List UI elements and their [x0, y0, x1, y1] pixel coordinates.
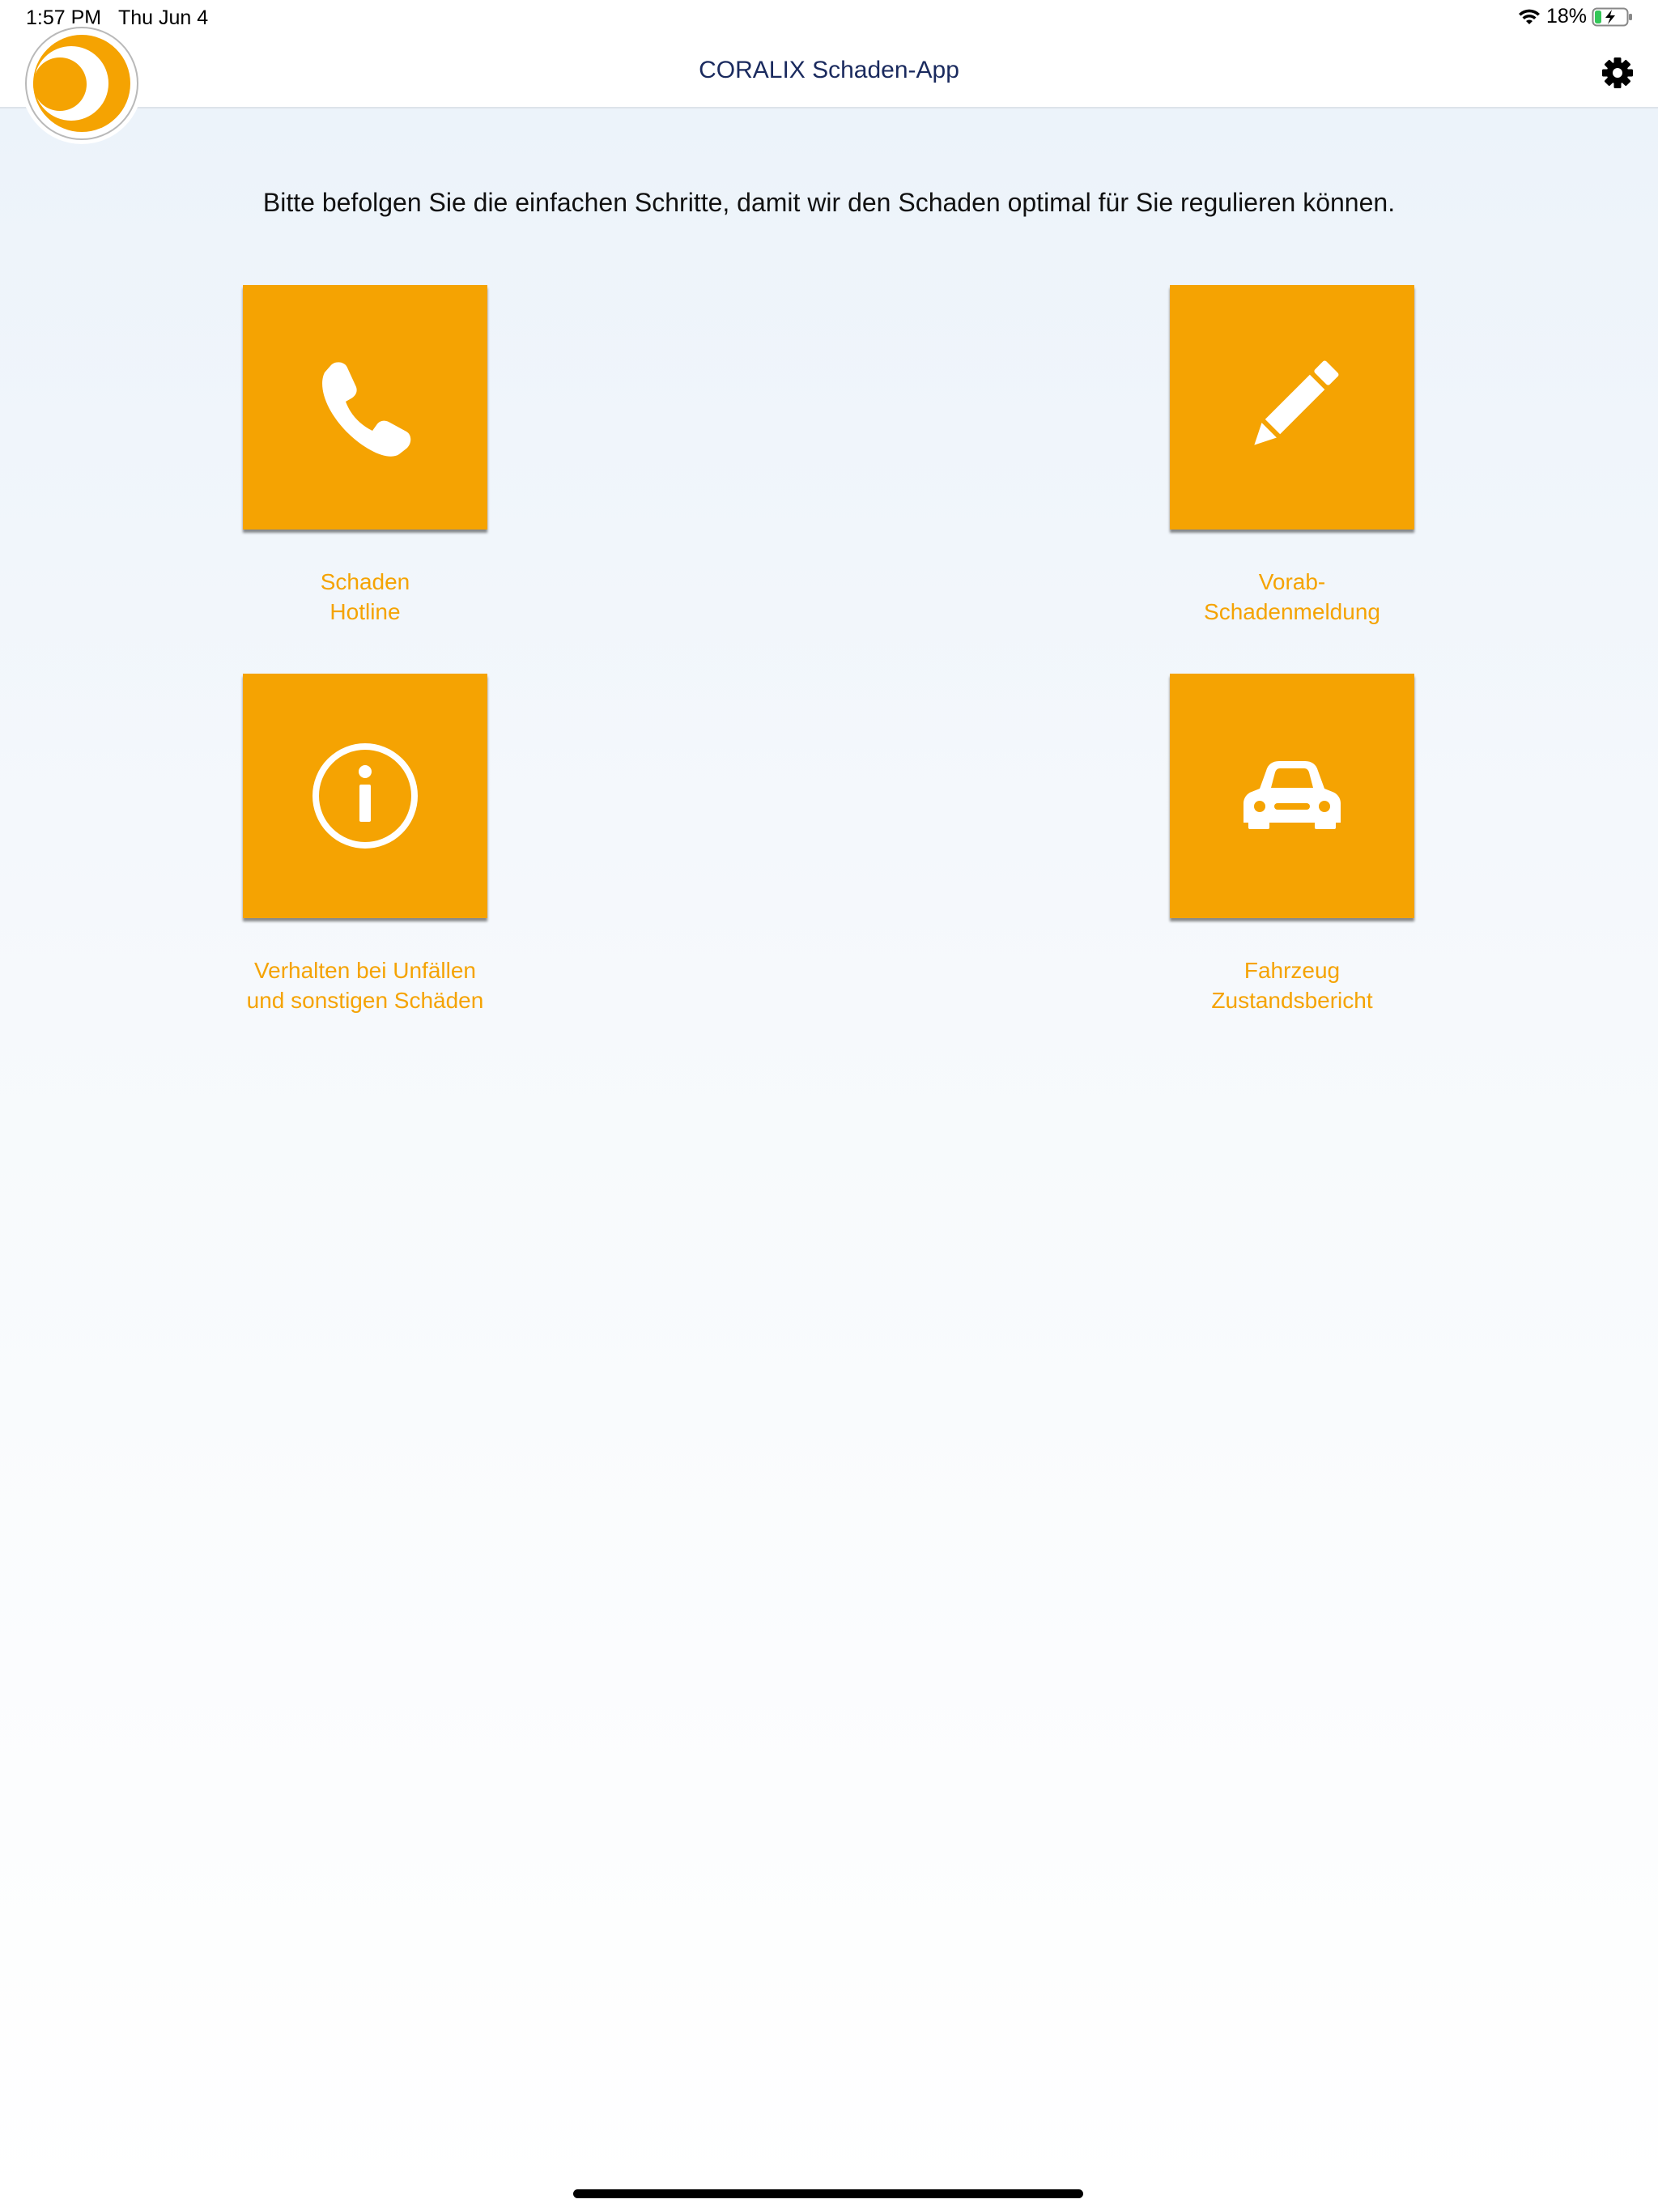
nav-bar: CORALIX Schaden-App — [0, 37, 1658, 108]
fahrzeug-zustandsbericht-tile[interactable] — [1170, 674, 1414, 918]
vorab-schadenmeldung-tile[interactable] — [1170, 285, 1414, 530]
home-indicator[interactable] — [573, 2189, 1083, 2198]
schaden-hotline-label[interactable]: Schaden Hotline — [195, 567, 535, 627]
fahrzeug-zustandsbericht-label[interactable]: Fahrzeug Zustandsbericht — [1122, 955, 1462, 1015]
verhalten-bei-unfaellen-label[interactable]: Verhalten bei Unfällen und sonstigen Sch… — [195, 955, 535, 1015]
settings-button[interactable] — [1600, 55, 1635, 91]
intro-text: Bitte befolgen Sie die einfachen Schritt… — [262, 188, 1396, 217]
phone-icon — [322, 362, 411, 457]
car-icon — [1244, 761, 1341, 829]
gear-icon — [1602, 57, 1633, 88]
wifi-icon — [1517, 8, 1541, 26]
status-bar: 1:57 PM Thu Jun 4 18% — [0, 0, 1658, 37]
verhalten-bei-unfaellen-tile[interactable] — [243, 674, 487, 918]
schaden-hotline-tile[interactable] — [243, 285, 487, 530]
nav-title: CORALIX Schaden-App — [699, 57, 959, 83]
vorab-schadenmeldung-label[interactable]: Vorab- Schadenmeldung — [1122, 567, 1462, 627]
battery-charging-icon — [1592, 6, 1634, 28]
status-right: 18% — [1517, 5, 1634, 28]
coralix-logo — [21, 23, 142, 144]
pencil-icon — [1254, 360, 1339, 445]
info-icon — [312, 743, 418, 849]
battery-percent: 18% — [1545, 5, 1587, 28]
